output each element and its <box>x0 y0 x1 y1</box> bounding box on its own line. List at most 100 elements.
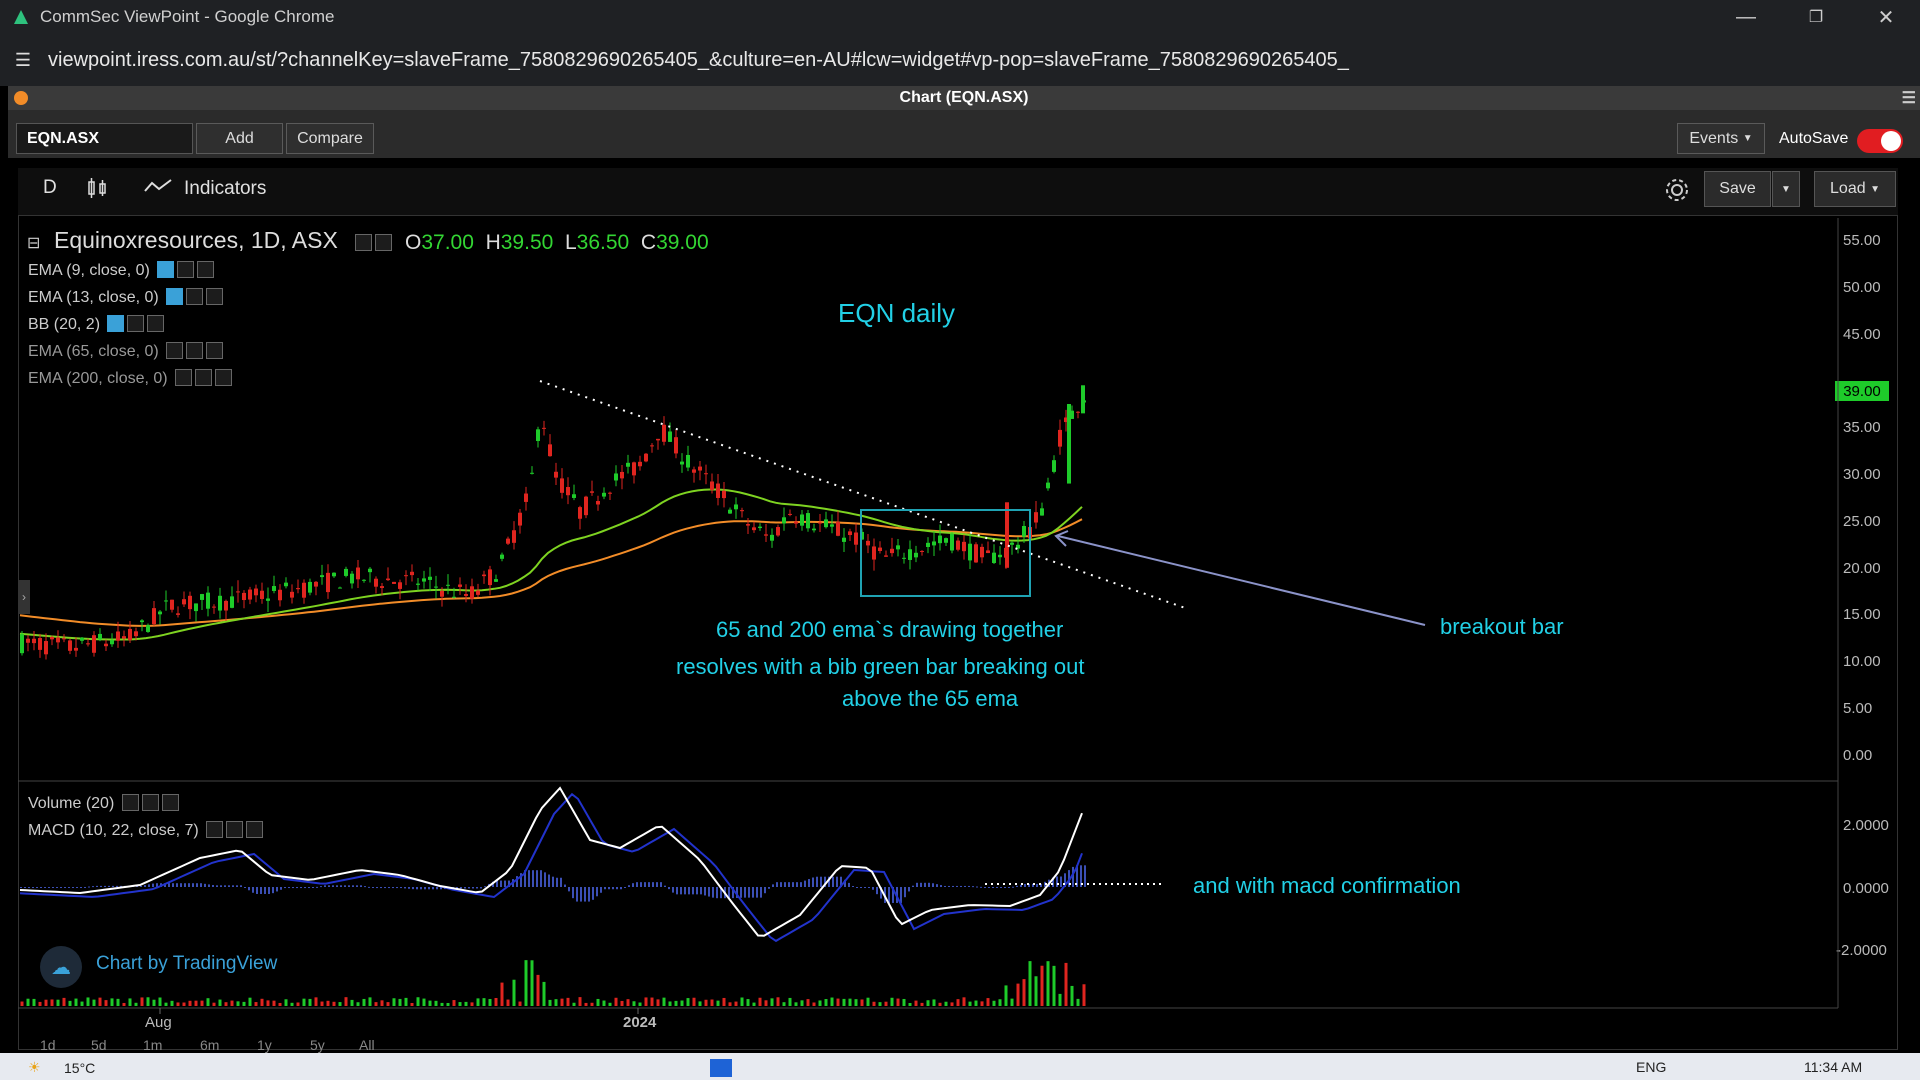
study-label: EMA (65, close, 0) <box>28 343 164 360</box>
close-label: C <box>640 231 657 254</box>
load-button[interactable]: Load ▼ <box>1814 171 1896 207</box>
events-label: Events <box>1689 129 1739 147</box>
price-tick: 5.00 <box>1843 700 1873 717</box>
range-1y[interactable]: 1y <box>257 1037 272 1053</box>
visibility-icon[interactable] <box>107 315 125 332</box>
settings-icon[interactable] <box>186 342 204 359</box>
clock[interactable]: 11:34 AM <box>1804 1059 1862 1075</box>
high-value: 39.50 <box>500 231 554 254</box>
compare-label: Compare <box>297 129 363 147</box>
ohlc-readout: O37.00 H39.50 L36.50 C39.00 <box>405 231 709 255</box>
study-legend[interactable]: EMA (13, close, 0) <box>28 288 224 307</box>
settings-icon[interactable] <box>195 369 213 386</box>
close-icon[interactable]: ✕ <box>1856 0 1916 34</box>
chart-container[interactable] <box>18 168 1898 1050</box>
address-bar: ☰ viewpoint.iress.com.au/st/?channelKey=… <box>0 34 1920 86</box>
remove-icon[interactable] <box>197 261 215 278</box>
events-button[interactable]: Events ▼ <box>1677 123 1765 154</box>
add-button[interactable]: Add <box>196 123 283 154</box>
window-title: CommSec ViewPoint - Google Chrome <box>40 7 335 26</box>
lower-study-legend[interactable]: MACD (10, 22, close, 7) <box>28 821 264 840</box>
tradingview-branding[interactable]: Chart by TradingView <box>96 953 277 975</box>
legend-settings-icons[interactable] <box>352 234 392 253</box>
annotation-breakout: breakout bar <box>1440 614 1564 639</box>
autosave-toggle[interactable] <box>1857 129 1903 153</box>
price-tick: 25.00 <box>1843 512 1881 530</box>
status-dot-icon <box>14 91 28 105</box>
open-value: 37.00 <box>421 231 474 254</box>
annotation-line1: 65 and 200 ema`s drawing together <box>716 617 1064 642</box>
settings-gear-icon[interactable] <box>1663 176 1691 204</box>
visibility-icon[interactable] <box>157 261 175 278</box>
remove-icon[interactable] <box>206 342 224 359</box>
x-label-2024: 2024 <box>623 1014 657 1031</box>
study-label: Volume (20) <box>28 795 119 812</box>
save-dropdown-icon[interactable]: ▼ <box>1772 171 1800 207</box>
symbol-input[interactable]: EQN.ASX <box>16 123 193 154</box>
settings-icon[interactable] <box>127 315 145 332</box>
indicators-icon[interactable] <box>144 178 172 194</box>
price-tick: 30.00 <box>1843 466 1881 483</box>
high-label: H <box>485 231 501 254</box>
study-control-icon[interactable] <box>121 794 139 811</box>
study-control-icon[interactable] <box>246 821 264 838</box>
study-legend[interactable]: EMA (9, close, 0) <box>28 261 215 280</box>
url-text[interactable]: viewpoint.iress.com.au/st/?channelKey=sl… <box>48 49 1349 72</box>
visibility-icon[interactable] <box>166 288 184 305</box>
study-control-icon[interactable] <box>206 821 224 838</box>
range-5d[interactable]: 5d <box>91 1037 107 1053</box>
study-legend[interactable]: BB (20, 2) <box>28 315 165 334</box>
annotation-line3: above the 65 ema <box>842 686 1019 711</box>
caret-down-icon: ▼ <box>1742 133 1753 144</box>
remove-icon[interactable] <box>206 288 224 305</box>
panel-header: Chart (EQN.ASX) ☰ <box>8 86 1920 110</box>
study-label: EMA (9, close, 0) <box>28 262 155 279</box>
low-value: 36.50 <box>576 231 630 254</box>
settings-icon[interactable] <box>177 261 195 278</box>
visibility-icon[interactable] <box>166 342 184 359</box>
annotation-title: EQN daily <box>838 298 956 328</box>
visibility-icon[interactable] <box>175 369 193 386</box>
windows-start-icon[interactable] <box>710 1059 732 1077</box>
tradingview-logo-icon[interactable]: ☁ <box>40 946 82 988</box>
macd-tick: 2.0000 <box>1843 817 1889 834</box>
range-5y[interactable]: 5y <box>310 1037 325 1053</box>
candle-style-icon[interactable] <box>86 176 108 200</box>
range-all[interactable]: All <box>359 1037 375 1053</box>
study-control-icon[interactable] <box>141 794 159 811</box>
save-button[interactable]: Save <box>1704 171 1771 207</box>
restore-icon[interactable]: ❐ <box>1786 0 1846 34</box>
price-tick: 15.00 <box>1843 606 1881 624</box>
range-1d[interactable]: 1d <box>40 1037 56 1053</box>
annotation-macd: and with macd confirmation <box>1193 873 1461 898</box>
remove-icon[interactable] <box>215 369 233 386</box>
study-label: EMA (200, close, 0) <box>28 370 173 387</box>
price-tick: 55.00 <box>1843 232 1881 249</box>
range-1m[interactable]: 1m <box>143 1037 162 1053</box>
settings-icon[interactable] <box>186 288 204 305</box>
panel-title: Chart (EQN.ASX) <box>899 89 1029 106</box>
range-6m[interactable]: 6m <box>200 1037 219 1053</box>
study-label: MACD (10, 22, close, 7) <box>28 822 204 839</box>
compare-button[interactable]: Compare <box>286 123 374 154</box>
price-tick: 0.00 <box>1843 746 1873 764</box>
study-legend[interactable]: EMA (65, close, 0) <box>28 342 224 361</box>
language-indicator[interactable]: ENG <box>1636 1059 1666 1075</box>
study-control-icon[interactable] <box>226 821 244 838</box>
collapse-legend-icon[interactable]: ⊟ <box>27 233 40 253</box>
site-settings-icon[interactable]: ☰ <box>12 49 34 71</box>
study-control-icon[interactable] <box>161 794 179 811</box>
autosave-label: AutoSave <box>1779 130 1849 147</box>
menu-icon[interactable]: ☰ <box>1902 88 1916 108</box>
minimize-icon[interactable]: — <box>1716 0 1776 34</box>
expand-side-icon[interactable]: › <box>18 580 30 614</box>
study-legend[interactable]: EMA (200, close, 0) <box>28 369 233 388</box>
remove-icon[interactable] <box>147 315 165 332</box>
load-label: Load <box>1830 180 1866 197</box>
interval-button[interactable]: D <box>43 177 57 199</box>
weather-icon: ☀ <box>28 1059 41 1075</box>
window-titlebar: CommSec ViewPoint - Google Chrome — ❐ ✕ <box>0 0 1920 34</box>
chart-toolbar <box>18 168 1898 216</box>
indicators-button[interactable]: Indicators <box>184 178 266 200</box>
lower-study-legend[interactable]: Volume (20) <box>28 794 179 813</box>
